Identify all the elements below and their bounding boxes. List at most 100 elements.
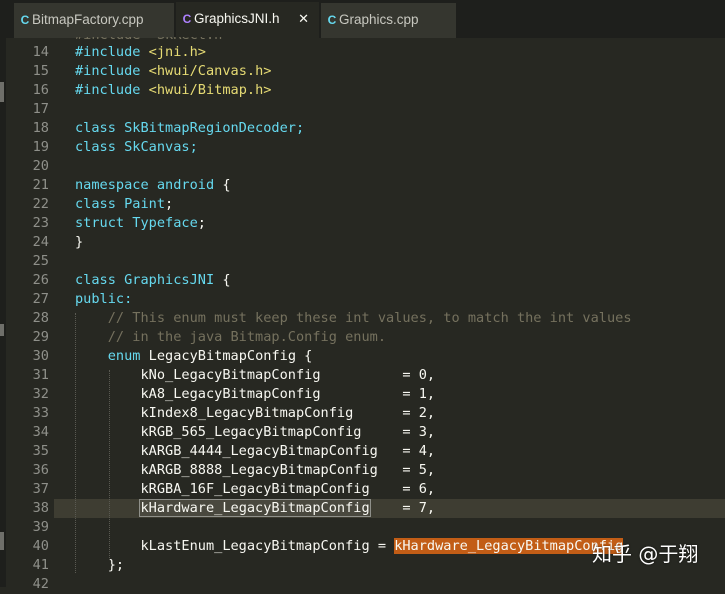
code-token: android: [156, 177, 215, 193]
code-token: class: [75, 139, 125, 155]
code-line[interactable]: struct Typeface;: [75, 214, 206, 233]
code-line[interactable]: class SkCanvas;: [75, 138, 198, 157]
code-token: kARGB_4444_LegacyBitmapConfig = 4,: [75, 443, 436, 459]
line-number: 21: [32, 177, 49, 193]
code-token: kRGB_565_LegacyBitmapConfig = 3,: [75, 424, 436, 440]
line-number: 14: [32, 44, 49, 60]
line-number: 23: [32, 215, 49, 231]
code-token: GraphicsJNI: [124, 272, 215, 288]
code-line[interactable]: kLastEnum_LegacyBitmapConfig = kHardware…: [75, 537, 624, 556]
code-line[interactable]: kRGB_565_LegacyBitmapConfig = 3,: [75, 423, 435, 442]
line-number: 39: [32, 519, 49, 535]
line-number: 42: [32, 576, 49, 592]
code-line[interactable]: // This enum must keep these int values,…: [75, 309, 632, 328]
code-line[interactable]: class SkBitmapRegionDecoder;: [75, 119, 304, 138]
line-number: 27: [32, 291, 49, 307]
code-token: // This enum must keep these int values,…: [75, 310, 632, 326]
match-highlight: kHardware_LegacyBitmapConfig: [394, 538, 624, 554]
code-line[interactable]: kRGBA_16F_LegacyBitmapConfig = 6,: [75, 480, 435, 499]
code-line[interactable]: kIndex8_LegacyBitmapConfig = 2,: [75, 404, 435, 423]
line-number: 18: [32, 120, 49, 136]
line-number: 41: [32, 557, 49, 573]
code-line[interactable]: class GraphicsJNI {: [75, 271, 231, 290]
code-token: public:: [75, 291, 133, 307]
code-token: = 7,: [369, 500, 436, 516]
code-line[interactable]: kARGB_8888_LegacyBitmapConfig = 5,: [75, 461, 435, 480]
code-token: kARGB_8888_LegacyBitmapConfig = 5,: [75, 462, 436, 478]
code-token: ;: [197, 215, 206, 231]
code-token: enum: [107, 348, 141, 364]
tab-label: BitmapFactory.cpp: [32, 12, 144, 27]
code-token: class: [75, 120, 125, 136]
code-token: <hwui/Bitmap.h>: [148, 82, 272, 98]
code-token: Paint: [124, 196, 166, 212]
code-token: {: [214, 272, 231, 288]
code-token: // in the java Bitmap.Config enum.: [75, 329, 386, 345]
line-number: 22: [32, 196, 49, 212]
line-number: 38: [32, 500, 49, 516]
code-line[interactable]: #include <hwui/Bitmap.h>: [75, 81, 271, 100]
tab-graphics-cpp[interactable]: C Graphics.cpp: [321, 3, 456, 38]
code-token: }: [75, 234, 84, 250]
line-number: 36: [32, 462, 49, 478]
code-token: SkCanvas;: [124, 139, 198, 155]
code-line[interactable]: };: [75, 556, 124, 575]
code-line[interactable]: kNo_LegacyBitmapConfig = 0,: [75, 366, 435, 385]
code-token: kRGBA_16F_LegacyBitmapConfig = 6,: [75, 481, 436, 497]
line-number: 20: [32, 158, 49, 174]
cpp-file-icon: C: [20, 13, 30, 27]
line-number: 40: [32, 538, 49, 554]
code-line[interactable]: namespace android {: [75, 176, 231, 195]
code-token: kLastEnum_LegacyBitmapConfig =: [75, 538, 395, 554]
selected-text: kHardware_LegacyBitmapConfig: [139, 499, 371, 517]
code-token: #include: [75, 44, 149, 60]
code-line[interactable]: class Paint;: [75, 195, 173, 214]
code-token: namespace: [75, 177, 157, 193]
line-number: 35: [32, 443, 49, 459]
code-token: };: [75, 557, 125, 573]
watermark: 知乎 @于翔: [592, 542, 699, 566]
code-line[interactable]: public:: [75, 290, 132, 309]
code-token: Typeface: [132, 215, 198, 231]
code-token: kNo_LegacyBitmapConfig = 0,: [75, 367, 436, 383]
cpp-file-icon: C: [327, 13, 337, 27]
header-file-icon: C: [182, 12, 192, 26]
code-token: kA8_LegacyBitmapConfig = 1,: [75, 386, 436, 402]
line-number: 33: [32, 405, 49, 421]
line-number: 17: [32, 101, 49, 117]
indent-guide: [109, 370, 110, 560]
line-number: 31: [32, 367, 49, 383]
code-token: LegacyBitmapConfig {: [140, 348, 313, 364]
line-number: 28: [32, 310, 49, 326]
code-line[interactable]: enum LegacyBitmapConfig {: [75, 347, 313, 366]
indent-guide: [75, 313, 76, 573]
code-token: ;: [165, 196, 174, 212]
code-line[interactable]: }: [75, 233, 83, 252]
code-token: #include: [75, 63, 149, 79]
code-token: class: [75, 272, 125, 288]
line-number: 16: [32, 82, 49, 98]
tab-bitmapfactory-cpp[interactable]: C BitmapFactory.cpp: [14, 3, 174, 38]
line-number: 15: [32, 63, 49, 79]
code-line[interactable]: #include <hwui/Canvas.h>: [75, 62, 271, 81]
code-line[interactable]: // in the java Bitmap.Config enum.: [75, 328, 386, 347]
line-number: 30: [32, 348, 49, 364]
close-icon[interactable]: ✕: [298, 2, 309, 36]
code-line[interactable]: kARGB_4444_LegacyBitmapConfig = 4,: [75, 442, 435, 461]
code-token: <jni.h>: [148, 44, 206, 60]
line-number: 26: [32, 272, 49, 288]
line-number: 25: [32, 253, 49, 269]
line-number: 34: [32, 424, 49, 440]
code-token: #include: [75, 82, 149, 98]
line-number: 29: [32, 329, 49, 345]
line-number: 32: [32, 386, 49, 402]
code-line[interactable]: kA8_LegacyBitmapConfig = 1,: [75, 385, 435, 404]
code-line[interactable]: kHardware_LegacyBitmapConfig = 7,: [75, 499, 435, 518]
tab-graphicsjni-h[interactable]: C GraphicsJNI.h ✕: [176, 2, 319, 38]
code-token: kIndex8_LegacyBitmapConfig = 2,: [75, 405, 436, 421]
code-line[interactable]: #include <jni.h>: [75, 43, 206, 62]
line-number: 37: [32, 481, 49, 497]
tab-label: GraphicsJNI.h: [194, 11, 280, 26]
